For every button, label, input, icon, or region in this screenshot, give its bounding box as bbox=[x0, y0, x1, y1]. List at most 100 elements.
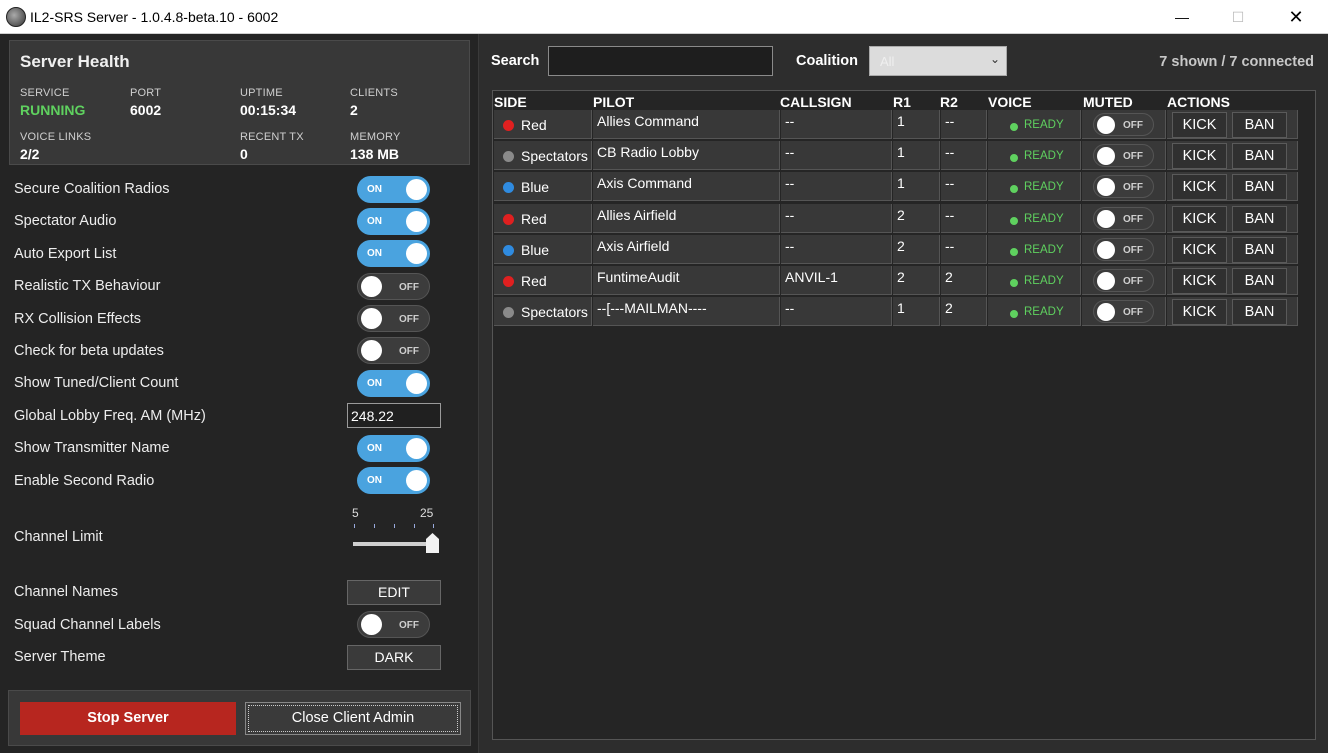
voice-status-dot bbox=[1010, 216, 1018, 225]
slider-tick bbox=[354, 524, 355, 528]
voice-status-dot bbox=[1010, 279, 1018, 287]
auto-export-toggle[interactable]: ON bbox=[357, 240, 430, 267]
side-text: Red bbox=[521, 117, 547, 133]
side-text: Spectators bbox=[521, 148, 588, 165]
cell-actions: KICK BAN bbox=[1167, 297, 1298, 327]
header-muted: MUTED bbox=[1083, 94, 1133, 110]
side-text: Red bbox=[521, 273, 547, 289]
toggle-state-text: OFF bbox=[1123, 213, 1143, 225]
cell-callsign[interactable]: -- bbox=[781, 110, 892, 139]
cell-voice: READY bbox=[988, 266, 1081, 295]
toggle-state-text: ON bbox=[367, 216, 382, 227]
ban-button[interactable]: BAN bbox=[1232, 174, 1287, 201]
second-radio-toggle[interactable]: ON bbox=[357, 467, 430, 494]
toggle-knob bbox=[406, 179, 427, 200]
cell-pilot[interactable]: FuntimeAudit bbox=[593, 266, 780, 295]
cell-pilot[interactable]: CB Radio Lobby bbox=[593, 141, 780, 171]
mute-toggle[interactable]: OFF bbox=[1093, 269, 1154, 292]
beta-updates-toggle[interactable]: OFF bbox=[357, 337, 430, 364]
kick-button[interactable]: KICK bbox=[1172, 268, 1227, 294]
cell-r1: 1 bbox=[893, 172, 940, 202]
cell-r2: -- bbox=[941, 110, 987, 139]
ban-button[interactable]: BAN bbox=[1232, 112, 1287, 138]
stat-port: PORT 6002 bbox=[130, 87, 161, 118]
server-actions: Stop Server Close Client Admin bbox=[8, 690, 471, 746]
squad-labels-toggle[interactable]: OFF bbox=[357, 611, 430, 638]
tuned-count-toggle[interactable]: ON bbox=[357, 370, 430, 397]
cell-callsign[interactable]: -- bbox=[781, 203, 892, 233]
maximize-button[interactable]: ☐ bbox=[1208, 0, 1268, 34]
cell-callsign[interactable]: ANVIL-1 bbox=[781, 266, 892, 295]
cell-pilot[interactable]: --[---MAILMAN---- bbox=[593, 297, 780, 327]
kick-button[interactable]: KICK bbox=[1172, 112, 1227, 138]
stat-uptime-label: UPTIME bbox=[240, 87, 283, 99]
transmitter-name-toggle[interactable]: ON bbox=[357, 435, 430, 462]
cell-pilot[interactable]: Axis Command bbox=[593, 172, 780, 202]
table-row: Spectators --[---MAILMAN---- -- 1 2 READY OFF K… bbox=[494, 296, 1298, 327]
channel-limit-slider[interactable]: 5 25 bbox=[350, 504, 445, 559]
coalition-selected-value: All bbox=[880, 54, 895, 69]
cell-callsign[interactable]: -- bbox=[781, 234, 892, 264]
ban-button[interactable]: BAN bbox=[1232, 205, 1287, 232]
slider-tick bbox=[433, 524, 434, 528]
stat-voice-links-value: 2/2 bbox=[20, 146, 40, 162]
clients-table: SIDE PILOT CALLSIGN R1 R2 VOICE MUTED AC… bbox=[492, 90, 1316, 740]
header-voice: VOICE bbox=[988, 94, 1032, 110]
toggle-knob bbox=[1097, 303, 1115, 322]
toggle-state-text: OFF bbox=[1123, 276, 1143, 287]
header-side: SIDE bbox=[494, 94, 527, 110]
channel-names-edit-button[interactable]: EDIT bbox=[347, 580, 441, 605]
close-window-button[interactable]: ✕ bbox=[1266, 0, 1326, 34]
voice-status-dot bbox=[1010, 154, 1018, 163]
search-input[interactable] bbox=[548, 46, 773, 76]
mute-toggle[interactable]: OFF bbox=[1093, 300, 1154, 324]
slider-thumb[interactable] bbox=[426, 533, 439, 553]
header-r1: R1 bbox=[893, 94, 911, 110]
kick-button[interactable]: KICK bbox=[1172, 205, 1227, 232]
toggle-state-text: ON bbox=[367, 475, 382, 486]
mute-toggle[interactable]: OFF bbox=[1093, 175, 1154, 199]
realistic-tx-toggle[interactable]: OFF bbox=[357, 273, 430, 300]
coalition-select[interactable]: All ⌄ bbox=[869, 46, 1007, 76]
cell-callsign[interactable]: -- bbox=[781, 297, 892, 327]
toggle-state-text: ON bbox=[367, 443, 382, 454]
mute-toggle[interactable]: OFF bbox=[1093, 237, 1154, 261]
toggle-state-text: OFF bbox=[399, 282, 419, 293]
ban-button[interactable]: BAN bbox=[1232, 143, 1287, 170]
toggle-state-text: ON bbox=[367, 248, 382, 259]
kick-button[interactable]: KICK bbox=[1172, 143, 1227, 170]
ban-button[interactable]: BAN bbox=[1232, 236, 1287, 263]
ban-button[interactable]: BAN bbox=[1232, 268, 1287, 294]
side-color-dot bbox=[503, 213, 514, 225]
kick-button[interactable]: KICK bbox=[1172, 299, 1227, 326]
server-theme-button[interactable]: DARK bbox=[347, 645, 441, 670]
rx-collision-toggle[interactable]: OFF bbox=[357, 305, 430, 332]
cell-callsign[interactable]: -- bbox=[781, 141, 892, 171]
side-color-dot bbox=[503, 244, 514, 256]
ban-button[interactable]: BAN bbox=[1232, 299, 1287, 326]
stop-server-button[interactable]: Stop Server bbox=[20, 702, 236, 735]
secure-coalition-toggle[interactable]: ON bbox=[357, 176, 430, 203]
client-admin-panel: Search Coalition All ⌄ 7 shown / 7 conne… bbox=[478, 34, 1328, 753]
stat-service-value: RUNNING bbox=[20, 102, 86, 118]
lobby-freq-input[interactable] bbox=[347, 403, 441, 428]
cell-pilot[interactable]: Axis Airfield bbox=[593, 234, 780, 264]
mute-toggle[interactable]: OFF bbox=[1093, 113, 1154, 136]
mute-toggle[interactable]: OFF bbox=[1093, 144, 1154, 168]
cell-pilot[interactable]: Allies Command bbox=[593, 110, 780, 139]
slider-track[interactable] bbox=[353, 542, 433, 546]
cell-callsign[interactable]: -- bbox=[781, 172, 892, 202]
toggle-knob bbox=[1097, 240, 1115, 259]
cell-r2: -- bbox=[941, 172, 987, 202]
kick-button[interactable]: KICK bbox=[1172, 174, 1227, 201]
close-client-admin-button[interactable]: Close Client Admin bbox=[245, 702, 461, 735]
cell-pilot[interactable]: Allies Airfield bbox=[593, 203, 780, 233]
slider-tick bbox=[414, 524, 415, 528]
side-color-dot bbox=[503, 182, 514, 194]
minimize-button[interactable]: — bbox=[1152, 0, 1212, 34]
slider-tick bbox=[374, 524, 375, 528]
stat-service: SERVICE RUNNING bbox=[20, 87, 85, 118]
kick-button[interactable]: KICK bbox=[1172, 236, 1227, 263]
mute-toggle[interactable]: OFF bbox=[1093, 206, 1154, 230]
spectator-audio-toggle[interactable]: ON bbox=[357, 208, 430, 235]
